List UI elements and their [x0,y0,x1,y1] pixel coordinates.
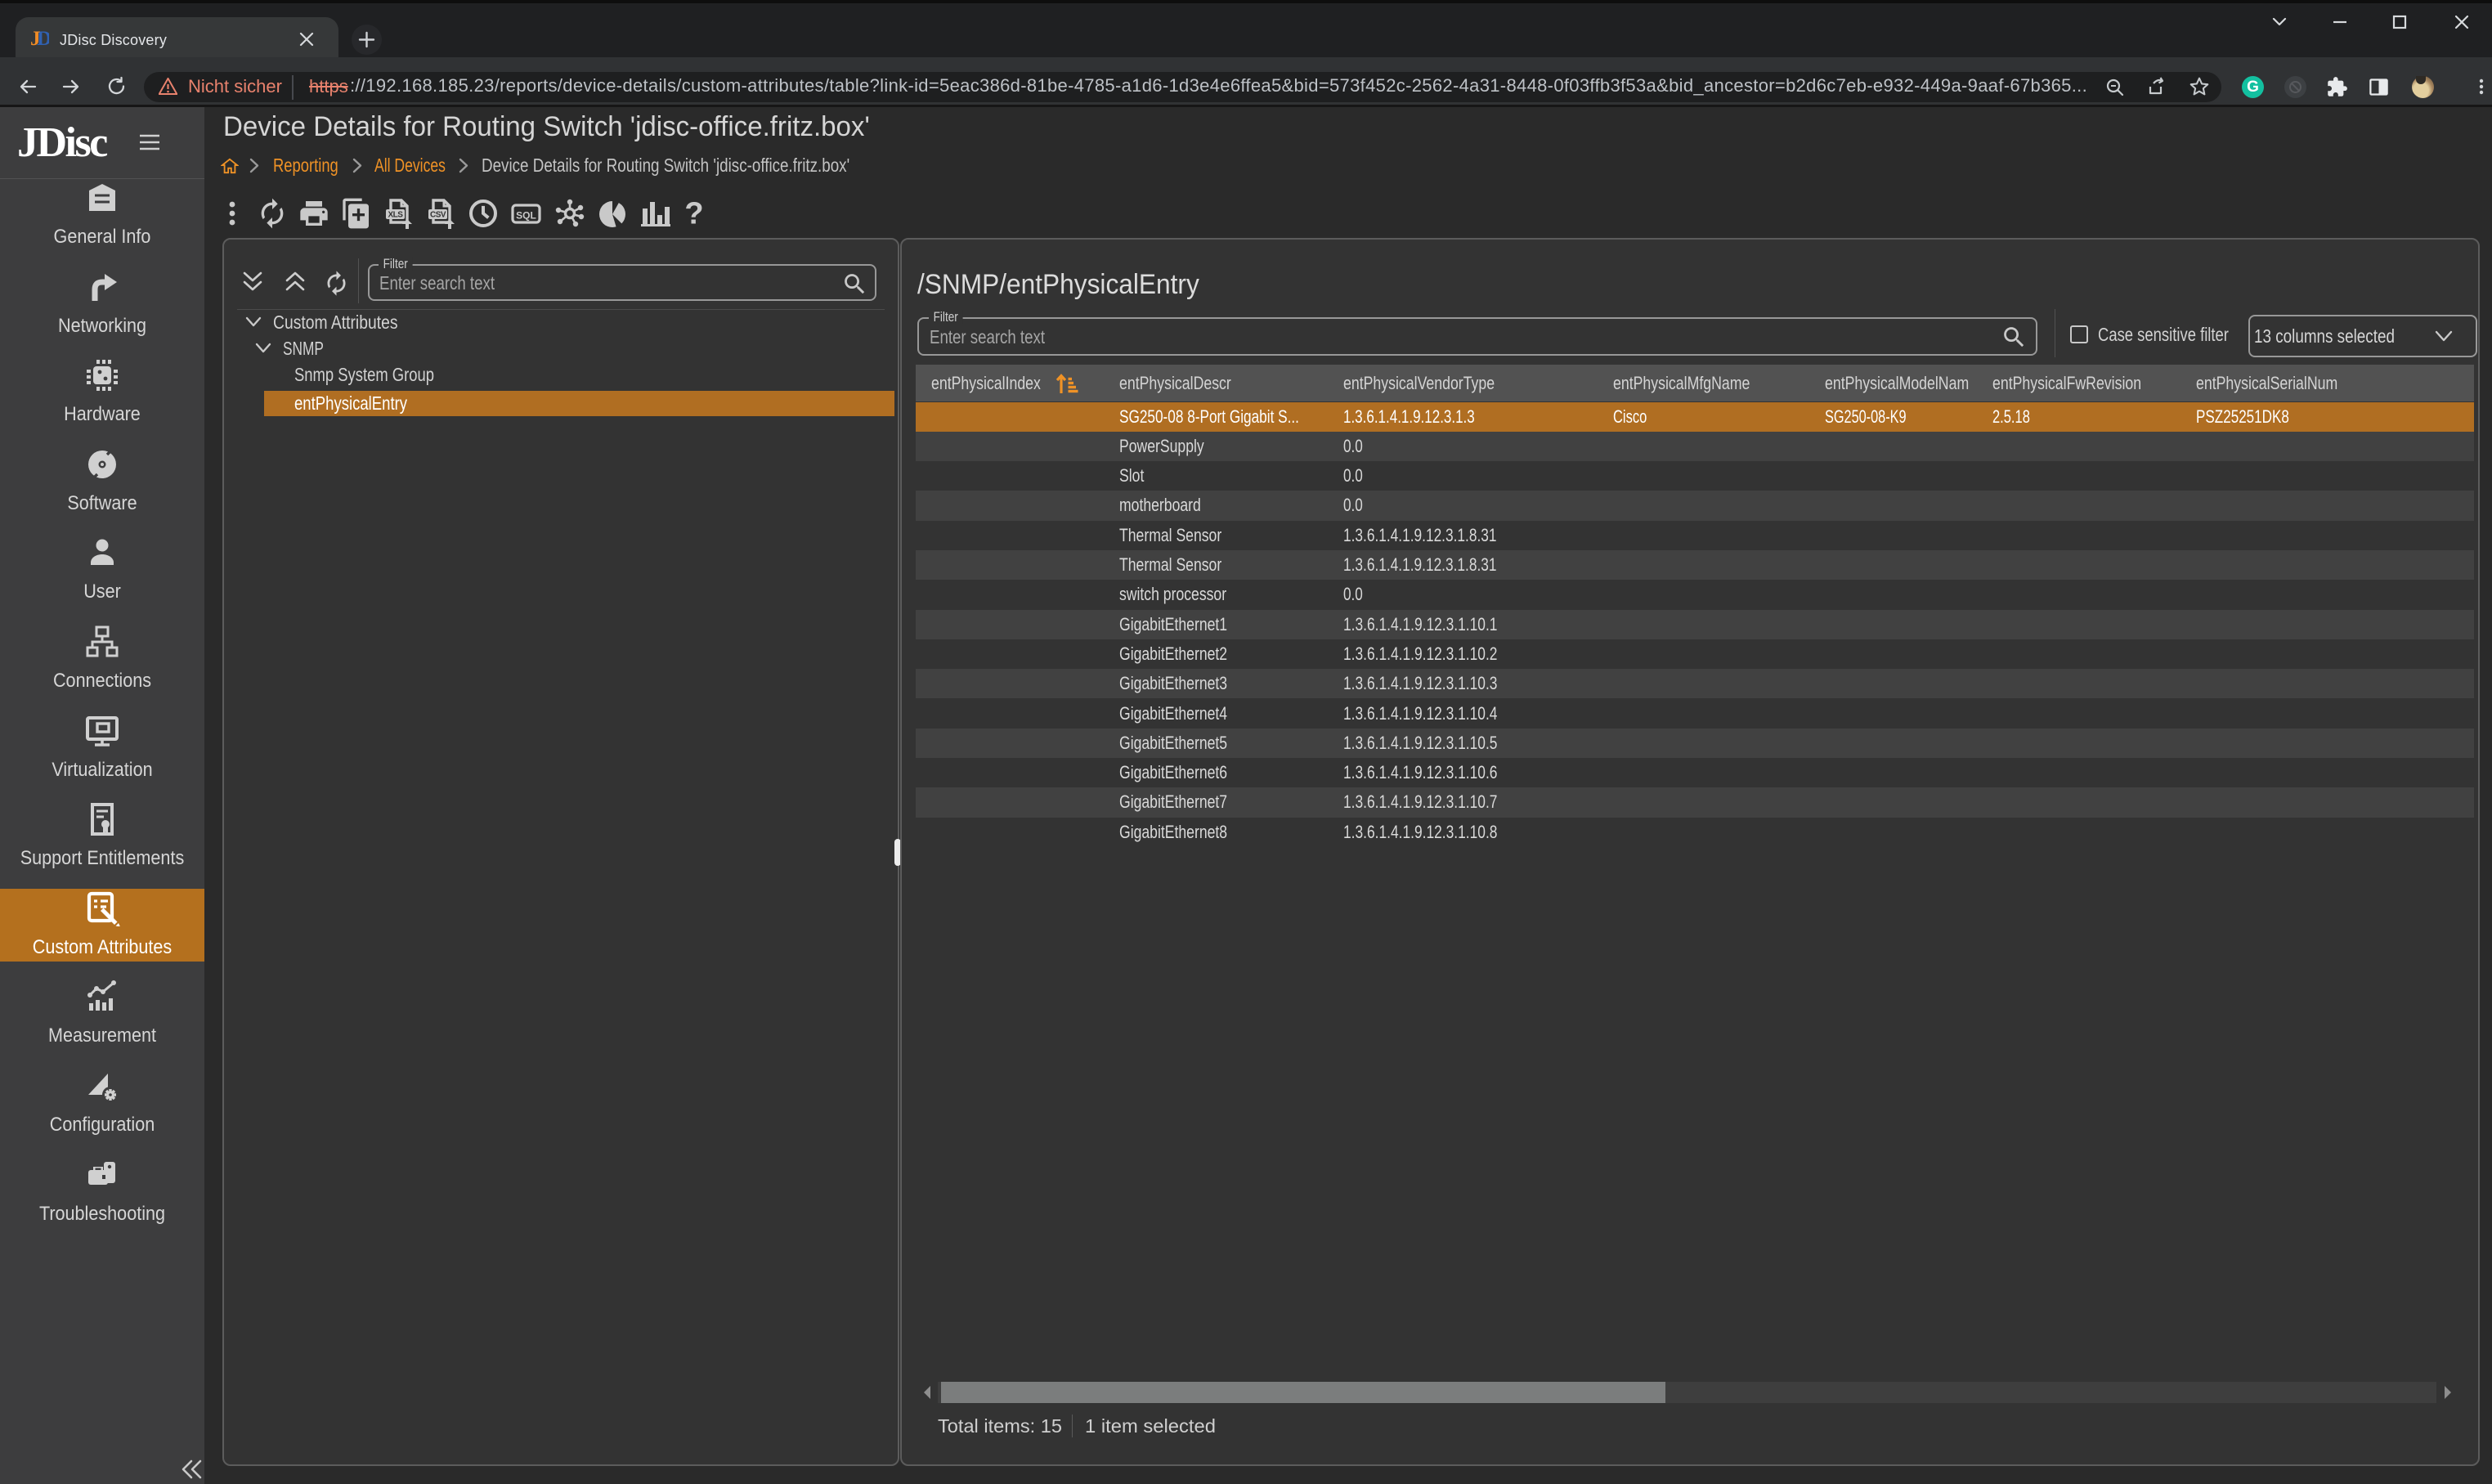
svg-text:?: ? [684,197,703,230]
svg-text:SQL: SQL [516,210,536,222]
svg-text:XLS: XLS [388,211,404,220]
svg-text:CSV: CSV [430,211,446,220]
